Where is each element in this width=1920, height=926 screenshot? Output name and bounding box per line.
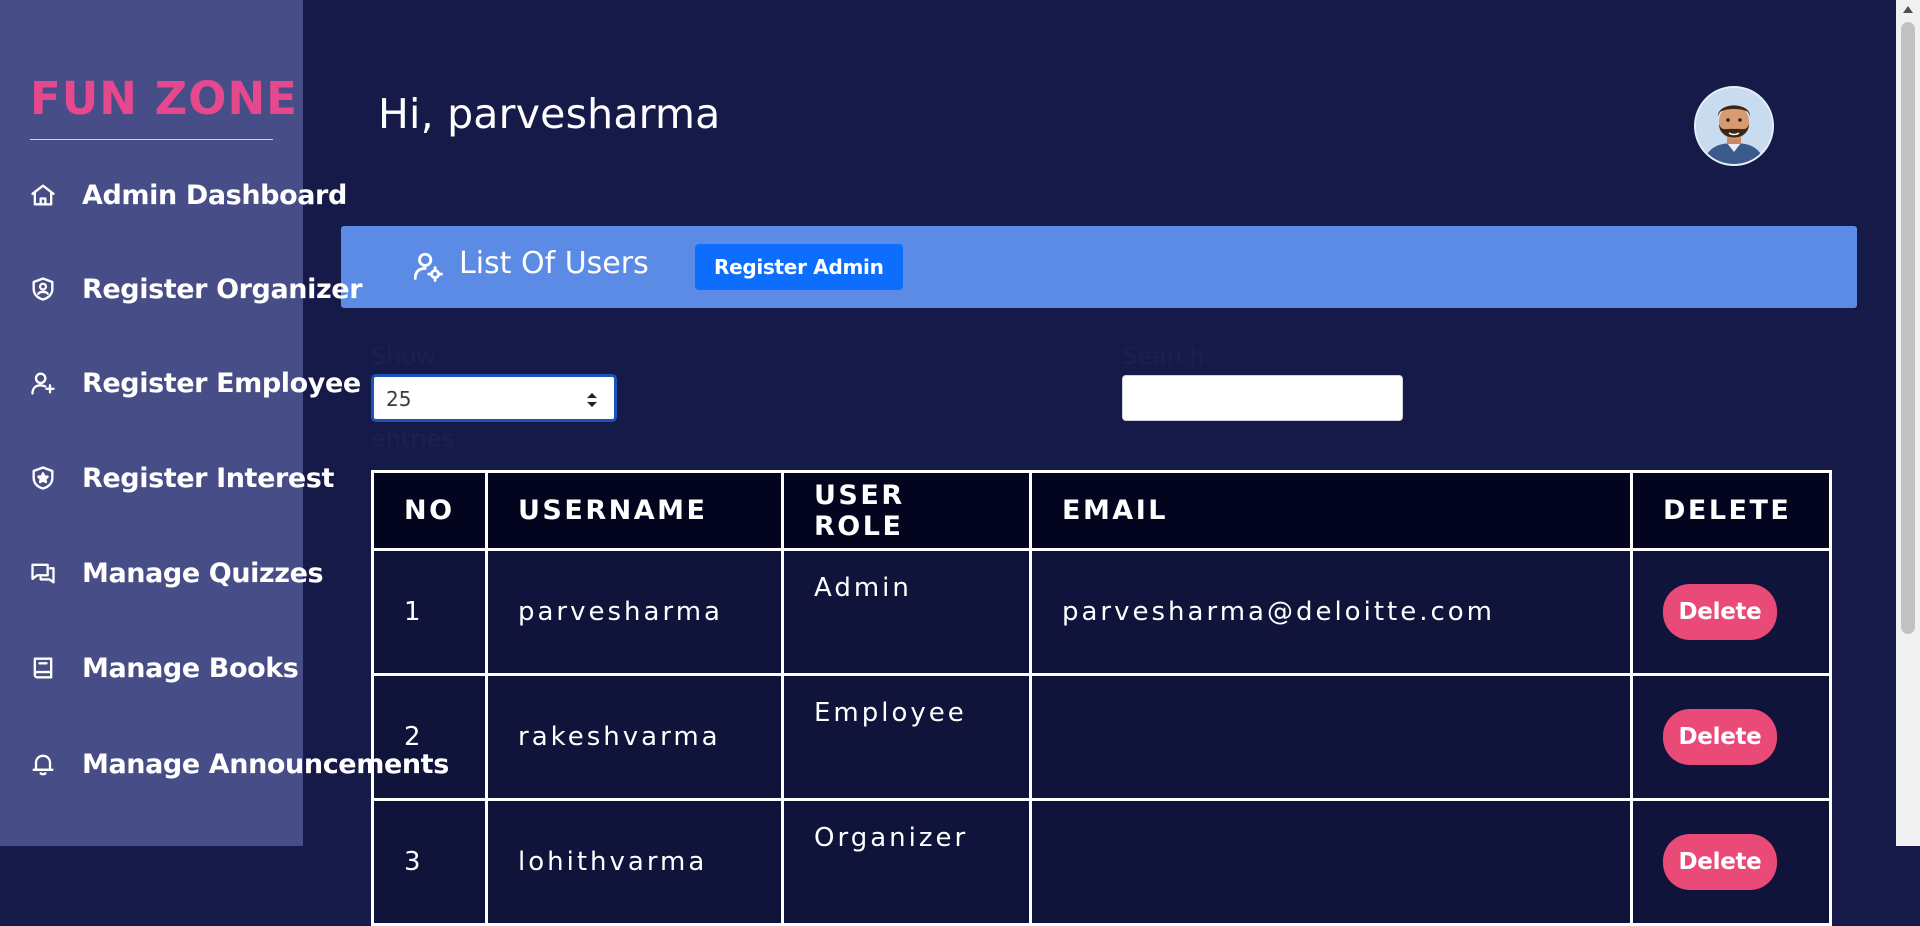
- cell-username: parvesharma: [485, 548, 784, 676]
- sort-arrows-icon: [587, 393, 597, 407]
- delete-button[interactable]: Delete: [1663, 709, 1777, 765]
- search-input[interactable]: [1122, 375, 1403, 421]
- brand-logo[interactable]: FUN ZONE: [30, 72, 298, 125]
- entries-select[interactable]: 25: [371, 374, 617, 422]
- chat-icon: [28, 558, 58, 588]
- users-card-header: List Of Users Register Admin: [341, 226, 1857, 308]
- cell-user-role: Employee: [781, 673, 1032, 801]
- star-shield-icon: [28, 463, 58, 493]
- greeting: Hi, parvesharma: [378, 90, 721, 138]
- sidebar-item-admin-dashboard[interactable]: Admin Dashboard: [0, 170, 347, 220]
- cell-delete: Delete: [1630, 798, 1832, 926]
- users-table: NO USERNAME USER ROLE EMAIL DELETE 1 par…: [371, 470, 1832, 926]
- scroll-up-icon[interactable]: [1903, 6, 1913, 13]
- sidebar-item-label: Register Employee: [82, 367, 361, 399]
- cell-username: rakeshvarma: [485, 673, 784, 801]
- column-header-user-role[interactable]: USER ROLE: [781, 470, 1032, 551]
- sidebar-item-register-employee[interactable]: Register Employee: [0, 358, 361, 408]
- scrollbar-thumb[interactable]: [1901, 22, 1915, 634]
- cell-delete: Delete: [1630, 673, 1832, 801]
- sidebar-item-label: Manage Quizzes: [82, 557, 324, 589]
- cell-email: [1029, 673, 1633, 801]
- cell-username: lohithvarma: [485, 798, 784, 926]
- cell-email: parvesharma@deloitte.com: [1029, 548, 1633, 676]
- cell-no: 1: [371, 548, 488, 676]
- cell-delete: Delete: [1630, 548, 1832, 676]
- entries-label: entries: [371, 425, 455, 453]
- cell-email: [1029, 798, 1633, 926]
- cell-no: 3: [371, 798, 488, 926]
- sidebar-item-register-interest[interactable]: Register Interest: [0, 453, 334, 503]
- card-title: List Of Users: [459, 246, 649, 281]
- avatar-icon[interactable]: [1694, 86, 1774, 166]
- brand-divider: [30, 139, 273, 140]
- sidebar-item-manage-books[interactable]: Manage Books: [0, 643, 299, 693]
- column-header-no[interactable]: NO: [371, 470, 488, 551]
- user-gear-icon: [411, 250, 445, 284]
- column-header-username[interactable]: USERNAME: [485, 470, 784, 551]
- sidebar-item-manage-announcements[interactable]: Manage Announcements: [0, 739, 449, 789]
- delete-button[interactable]: Delete: [1663, 834, 1777, 890]
- user-plus-icon: [28, 368, 58, 398]
- search-label: Search:: [1122, 342, 1213, 370]
- register-admin-button[interactable]: Register Admin: [695, 244, 903, 290]
- sidebar: FUN ZONE Admin Dashboard Register Organi…: [0, 0, 449, 846]
- sidebar-item-label: Register Interest: [82, 462, 334, 494]
- bell-icon: [28, 749, 58, 779]
- home-icon: [28, 180, 58, 210]
- table-header-row: NO USERNAME USER ROLE EMAIL DELETE: [371, 470, 1832, 551]
- book-icon: [28, 653, 58, 683]
- cell-user-role: Admin: [781, 548, 1032, 676]
- cell-user-role: Organizer: [781, 798, 1032, 926]
- sidebar-item-label: Admin Dashboard: [82, 179, 347, 211]
- table-row: 2 rakeshvarma Employee Delete: [371, 673, 1832, 801]
- page-scrollbar[interactable]: [1896, 0, 1920, 846]
- show-label: Show: [371, 342, 436, 370]
- sidebar-item-label: Manage Books: [82, 652, 299, 684]
- sidebar-item-register-organizer[interactable]: Register Organizer: [0, 264, 363, 314]
- sidebar-item-label: Register Organizer: [82, 273, 363, 305]
- entries-select-value: 25: [386, 387, 412, 411]
- user-shield-icon: [28, 274, 58, 304]
- sidebar-item-manage-quizzes[interactable]: Manage Quizzes: [0, 548, 324, 598]
- table-row: 3 lohithvarma Organizer Delete: [371, 798, 1832, 926]
- sidebar-item-label: Manage Announcements: [82, 748, 449, 780]
- column-header-email[interactable]: EMAIL: [1029, 470, 1633, 551]
- table-row: 1 parvesharma Admin parvesharma@deloitte…: [371, 548, 1832, 676]
- delete-button[interactable]: Delete: [1663, 584, 1777, 640]
- column-header-delete[interactable]: DELETE: [1630, 470, 1832, 551]
